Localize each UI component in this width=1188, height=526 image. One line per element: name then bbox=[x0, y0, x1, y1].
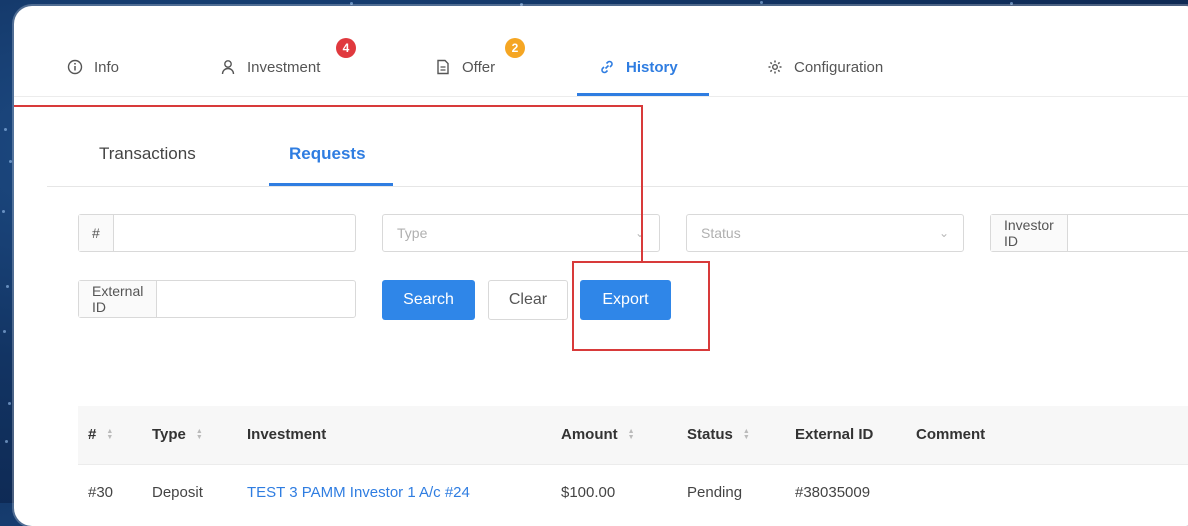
status-select-placeholder: Status bbox=[701, 225, 741, 241]
cell-investment-link[interactable]: TEST 3 PAMM Investor 1 A/c #24 bbox=[247, 484, 470, 501]
history-panel: Info Investment 4 Offer 2 History Config… bbox=[14, 6, 1188, 526]
subtab-transactions[interactable]: Transactions bbox=[99, 144, 196, 164]
cell-amount: $100.00 bbox=[561, 484, 616, 501]
tab-configuration[interactable]: Configuration bbox=[766, 56, 883, 78]
tab-configuration-label: Configuration bbox=[794, 58, 884, 76]
investor-id-addon: Investor ID bbox=[991, 215, 1068, 251]
column-type[interactable]: Type ▲ ▼ bbox=[152, 426, 203, 443]
tab-history-label: History bbox=[626, 58, 678, 76]
user-icon bbox=[219, 58, 237, 76]
annotation-line-vertical bbox=[641, 105, 643, 263]
tab-offer[interactable]: Offer bbox=[434, 56, 495, 78]
active-subtab-indicator bbox=[269, 183, 393, 186]
table-row: #30 Deposit TEST 3 PAMM Investor 1 A/c #… bbox=[78, 478, 1188, 508]
offer-count-badge: 2 bbox=[505, 38, 525, 58]
clear-button[interactable]: Clear bbox=[488, 280, 568, 320]
tab-investment-label: Investment bbox=[247, 58, 321, 76]
sort-icon: ▲ ▼ bbox=[742, 427, 750, 441]
id-filter-field: # bbox=[78, 214, 356, 252]
column-comment: Comment bbox=[916, 426, 986, 443]
status-select[interactable]: Status ⌄ bbox=[686, 214, 964, 252]
tab-info[interactable]: Info bbox=[66, 56, 119, 78]
id-filter-input[interactable] bbox=[113, 215, 355, 251]
chevron-down-icon: ⌄ bbox=[634, 226, 645, 240]
tab-investment[interactable]: Investment bbox=[219, 56, 320, 78]
type-select-placeholder: Type bbox=[397, 225, 428, 241]
sort-icon: ▲ ▼ bbox=[627, 427, 635, 441]
gear-icon bbox=[766, 58, 784, 76]
tab-info-label: Info bbox=[94, 58, 120, 76]
annotation-line-horizontal bbox=[14, 105, 643, 107]
sub-tabs: Transactions Requests bbox=[47, 124, 1188, 187]
column-amount[interactable]: Amount ▲ ▼ bbox=[561, 426, 635, 443]
column-id[interactable]: # ▲ ▼ bbox=[88, 426, 113, 443]
chevron-down-icon: ⌄ bbox=[938, 226, 949, 240]
document-icon bbox=[434, 58, 452, 76]
tab-history[interactable]: History bbox=[598, 56, 678, 78]
requests-table-header: # ▲ ▼ Type ▲ ▼ Investment Amount ▲ ▼ Status… bbox=[78, 406, 1188, 465]
info-icon bbox=[66, 58, 84, 76]
external-id-filter-field: External ID bbox=[78, 280, 359, 318]
column-status[interactable]: Status ▲ ▼ bbox=[687, 426, 750, 443]
external-id-addon: External ID bbox=[79, 281, 158, 317]
investor-id-input[interactable] bbox=[1067, 215, 1188, 251]
column-investment: Investment bbox=[247, 426, 327, 443]
id-filter-addon: # bbox=[79, 215, 114, 251]
investment-count-badge: 4 bbox=[336, 38, 356, 58]
active-tab-indicator bbox=[577, 93, 709, 96]
sort-icon: ▲ ▼ bbox=[106, 427, 114, 441]
cell-external-id: #38035009 bbox=[795, 484, 871, 501]
cell-type: Deposit bbox=[152, 484, 203, 501]
tab-offer-label: Offer bbox=[462, 58, 496, 76]
type-select[interactable]: Type ⌄ bbox=[382, 214, 660, 252]
main-tabs: Info Investment 4 Offer 2 History Config… bbox=[14, 6, 1188, 97]
sort-icon: ▲ ▼ bbox=[195, 427, 203, 441]
cell-id: #30 bbox=[88, 484, 114, 501]
column-external-id: External ID bbox=[795, 426, 874, 443]
investor-id-filter-field: Investor ID bbox=[990, 214, 1188, 252]
search-button[interactable]: Search bbox=[382, 280, 475, 320]
link-icon bbox=[598, 58, 616, 76]
external-id-input[interactable] bbox=[157, 281, 359, 317]
subtab-requests[interactable]: Requests bbox=[289, 144, 366, 164]
cell-status: Pending bbox=[687, 484, 743, 501]
annotation-highlight-box bbox=[572, 261, 710, 351]
